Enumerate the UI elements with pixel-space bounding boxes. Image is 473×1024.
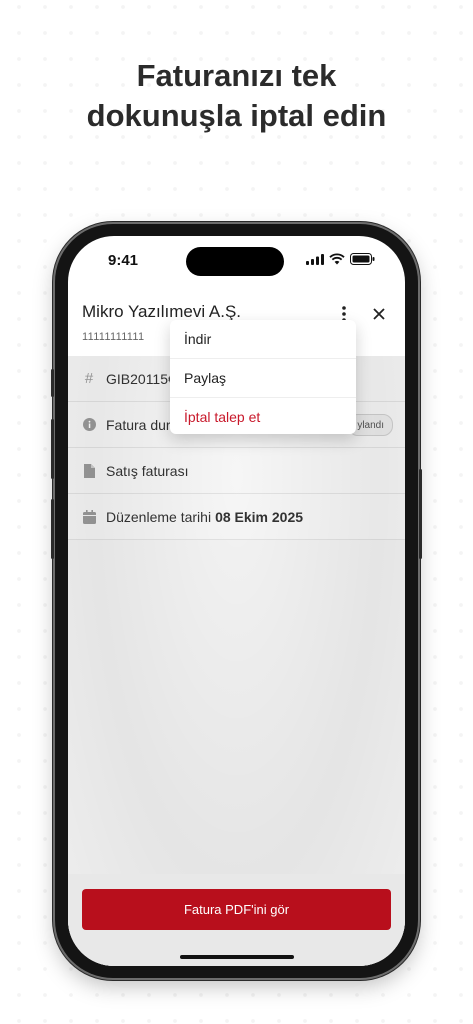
volume-up-button bbox=[51, 419, 54, 479]
view-pdf-button[interactable]: Fatura PDF'ini gör bbox=[82, 889, 391, 930]
headline-line-2: dokunuşla iptal edin bbox=[86, 98, 387, 133]
volume-down-button bbox=[51, 499, 54, 559]
status-time: 9:41 bbox=[108, 252, 139, 269]
invoice-status-label: Fatura dur bbox=[106, 416, 171, 433]
invoice-type-row[interactable]: Satış faturası bbox=[68, 448, 405, 494]
invoice-type: Satış faturası bbox=[106, 462, 189, 479]
phone-screen: 9:41 Mikro Yazılımevi A.Ş. 11111111111 #… bbox=[68, 236, 405, 966]
issue-date-row[interactable]: Düzenleme tarihi 08 Ekim 2025 bbox=[68, 494, 405, 540]
company-title: Mikro Yazılımevi A.Ş. bbox=[82, 302, 242, 321]
issue-date-label: Düzenleme tarihi bbox=[106, 508, 212, 525]
status-bar: 9:41 bbox=[68, 236, 405, 284]
mute-switch bbox=[51, 369, 54, 397]
menu-item-share[interactable]: Paylaş bbox=[170, 359, 356, 398]
info-icon bbox=[82, 418, 96, 432]
dynamic-island bbox=[186, 247, 284, 276]
close-icon bbox=[373, 308, 385, 320]
menu-item-download[interactable]: İndir bbox=[170, 320, 356, 359]
calendar-icon bbox=[82, 509, 96, 524]
close-button[interactable] bbox=[367, 302, 391, 326]
document-icon bbox=[82, 463, 96, 478]
hash-icon: # bbox=[84, 370, 94, 387]
issue-date-value: 08 Ekim 2025 bbox=[215, 508, 304, 525]
headline-line-1: Faturanızı tek bbox=[136, 58, 337, 93]
home-indicator[interactable] bbox=[180, 955, 294, 959]
tax-number: 11111111111 bbox=[82, 331, 145, 343]
wifi-icon bbox=[329, 253, 345, 265]
menu-item-request-cancel[interactable]: İptal talep et bbox=[170, 398, 356, 434]
status-icons bbox=[306, 253, 375, 265]
battery-icon bbox=[350, 253, 375, 265]
power-button bbox=[419, 469, 422, 559]
phone-frame: 9:41 Mikro Yazılımevi A.Ş. 11111111111 #… bbox=[51, 224, 422, 978]
promo-headline: Faturanızı tek dokunuşla iptal edin bbox=[0, 56, 473, 136]
options-menu: İndir Paylaş İptal talep et bbox=[170, 320, 356, 434]
invoice-number: GIB20115€ bbox=[106, 370, 176, 387]
signal-icon bbox=[306, 253, 324, 265]
